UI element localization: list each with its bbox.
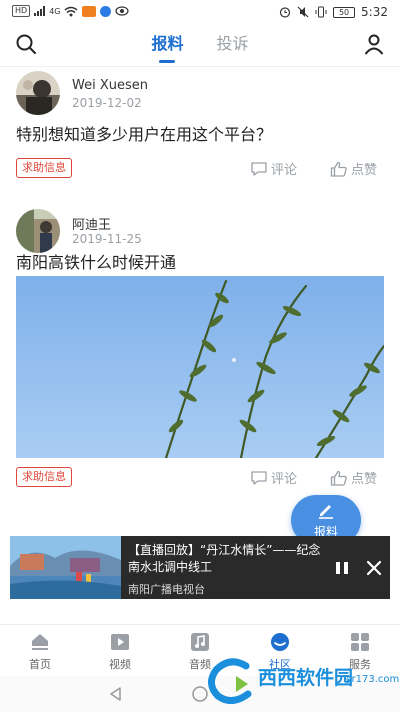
post-author[interactable]: 阿迪王 [72, 214, 111, 233]
avatar[interactable] [16, 71, 60, 115]
post-text[interactable]: 南阳高铁什么时候开通 [16, 249, 176, 273]
comment-icon [251, 470, 267, 485]
avatar[interactable] [16, 209, 60, 253]
post-card[interactable]: Wei Xuesen 2019-12-02 特别想知道多少用户在用这个平台？ 求… [0, 67, 400, 197]
nav-home[interactable]: 首页 [10, 631, 70, 672]
tab-report[interactable]: 报料 [151, 30, 183, 63]
audio-icon [191, 633, 209, 651]
wifi-icon [65, 6, 78, 16]
player-thumbnail[interactable] [10, 536, 121, 599]
post-date: 2019-12-02 [72, 96, 142, 110]
watermark-subtext: cr173.com [346, 674, 400, 685]
status-right: 50 5:32 [279, 5, 388, 19]
app-notification-icon [100, 5, 112, 17]
comment-button[interactable]: 评论 [250, 468, 297, 487]
mute-icon [297, 6, 309, 18]
comment-button[interactable]: 评论 [250, 159, 297, 178]
home-icon [32, 634, 48, 650]
tab-complaint[interactable]: 投诉 [217, 30, 249, 54]
signal-icon [34, 6, 46, 16]
community-icon [271, 633, 289, 651]
nav-video[interactable]: 视频 [90, 631, 150, 672]
alarm-icon [279, 7, 291, 18]
help-tag: 求助信息 [16, 158, 72, 178]
like-label: 点赞 [351, 163, 378, 178]
vibrate-icon [315, 6, 327, 18]
post-author[interactable]: Wei Xuesen [72, 78, 148, 93]
video-icon [111, 634, 129, 650]
comment-icon [251, 161, 267, 176]
clock: 5:32 [361, 5, 388, 19]
comment-label: 评论 [271, 472, 298, 487]
status-bar: HD 4G 50 5:32 [0, 0, 400, 24]
watermark: 西西软件园 cr173.com [200, 656, 400, 706]
player-source: 南阳广播电视台 [128, 583, 205, 596]
comment-label: 评论 [271, 163, 298, 178]
post-image[interactable] [16, 276, 384, 458]
like-label: 点赞 [351, 472, 378, 487]
app-header: 报料 投诉 [0, 24, 400, 66]
post-card[interactable]: 阿迪王 2019-11-25 南阳高铁什么时候开通 求助信息 评论 点赞 [0, 207, 400, 497]
thumbs-up-icon [330, 470, 347, 486]
eye-icon [115, 6, 130, 16]
live-player-bar[interactable]: 【直播回放】“丹江水情长”——纪念南水北调中线工 南阳广播电视台 [10, 536, 390, 599]
post-text[interactable]: 特别想知道多少用户在用这个平台？ [16, 121, 272, 145]
help-tag: 求助信息 [16, 467, 72, 487]
header-tabs: 报料 投诉 [0, 30, 400, 63]
hd-indicator: HD [12, 5, 31, 17]
services-icon [351, 633, 369, 651]
pause-icon[interactable] [332, 558, 352, 578]
like-button[interactable]: 点赞 [330, 468, 377, 487]
status-left: HD 4G [12, 5, 130, 17]
post-date: 2019-11-25 [72, 232, 142, 246]
back-icon[interactable] [106, 684, 126, 704]
app-notification-icon [82, 5, 97, 17]
like-button[interactable]: 点赞 [330, 159, 377, 178]
watermark-logo [208, 658, 252, 704]
edit-icon [319, 505, 333, 519]
close-icon[interactable] [364, 558, 384, 578]
nav-label: 视频 [109, 658, 131, 671]
nav-label: 首页 [29, 658, 51, 671]
network-type: 4G [49, 6, 61, 16]
battery-indicator: 50 [333, 6, 356, 18]
user-profile-icon[interactable] [362, 32, 386, 56]
player-title[interactable]: 【直播回放】“丹江水情长”——纪念南水北调中线工 [128, 542, 328, 576]
watermark-text: 西西软件园 [258, 667, 354, 689]
thumbs-up-icon [330, 161, 347, 177]
